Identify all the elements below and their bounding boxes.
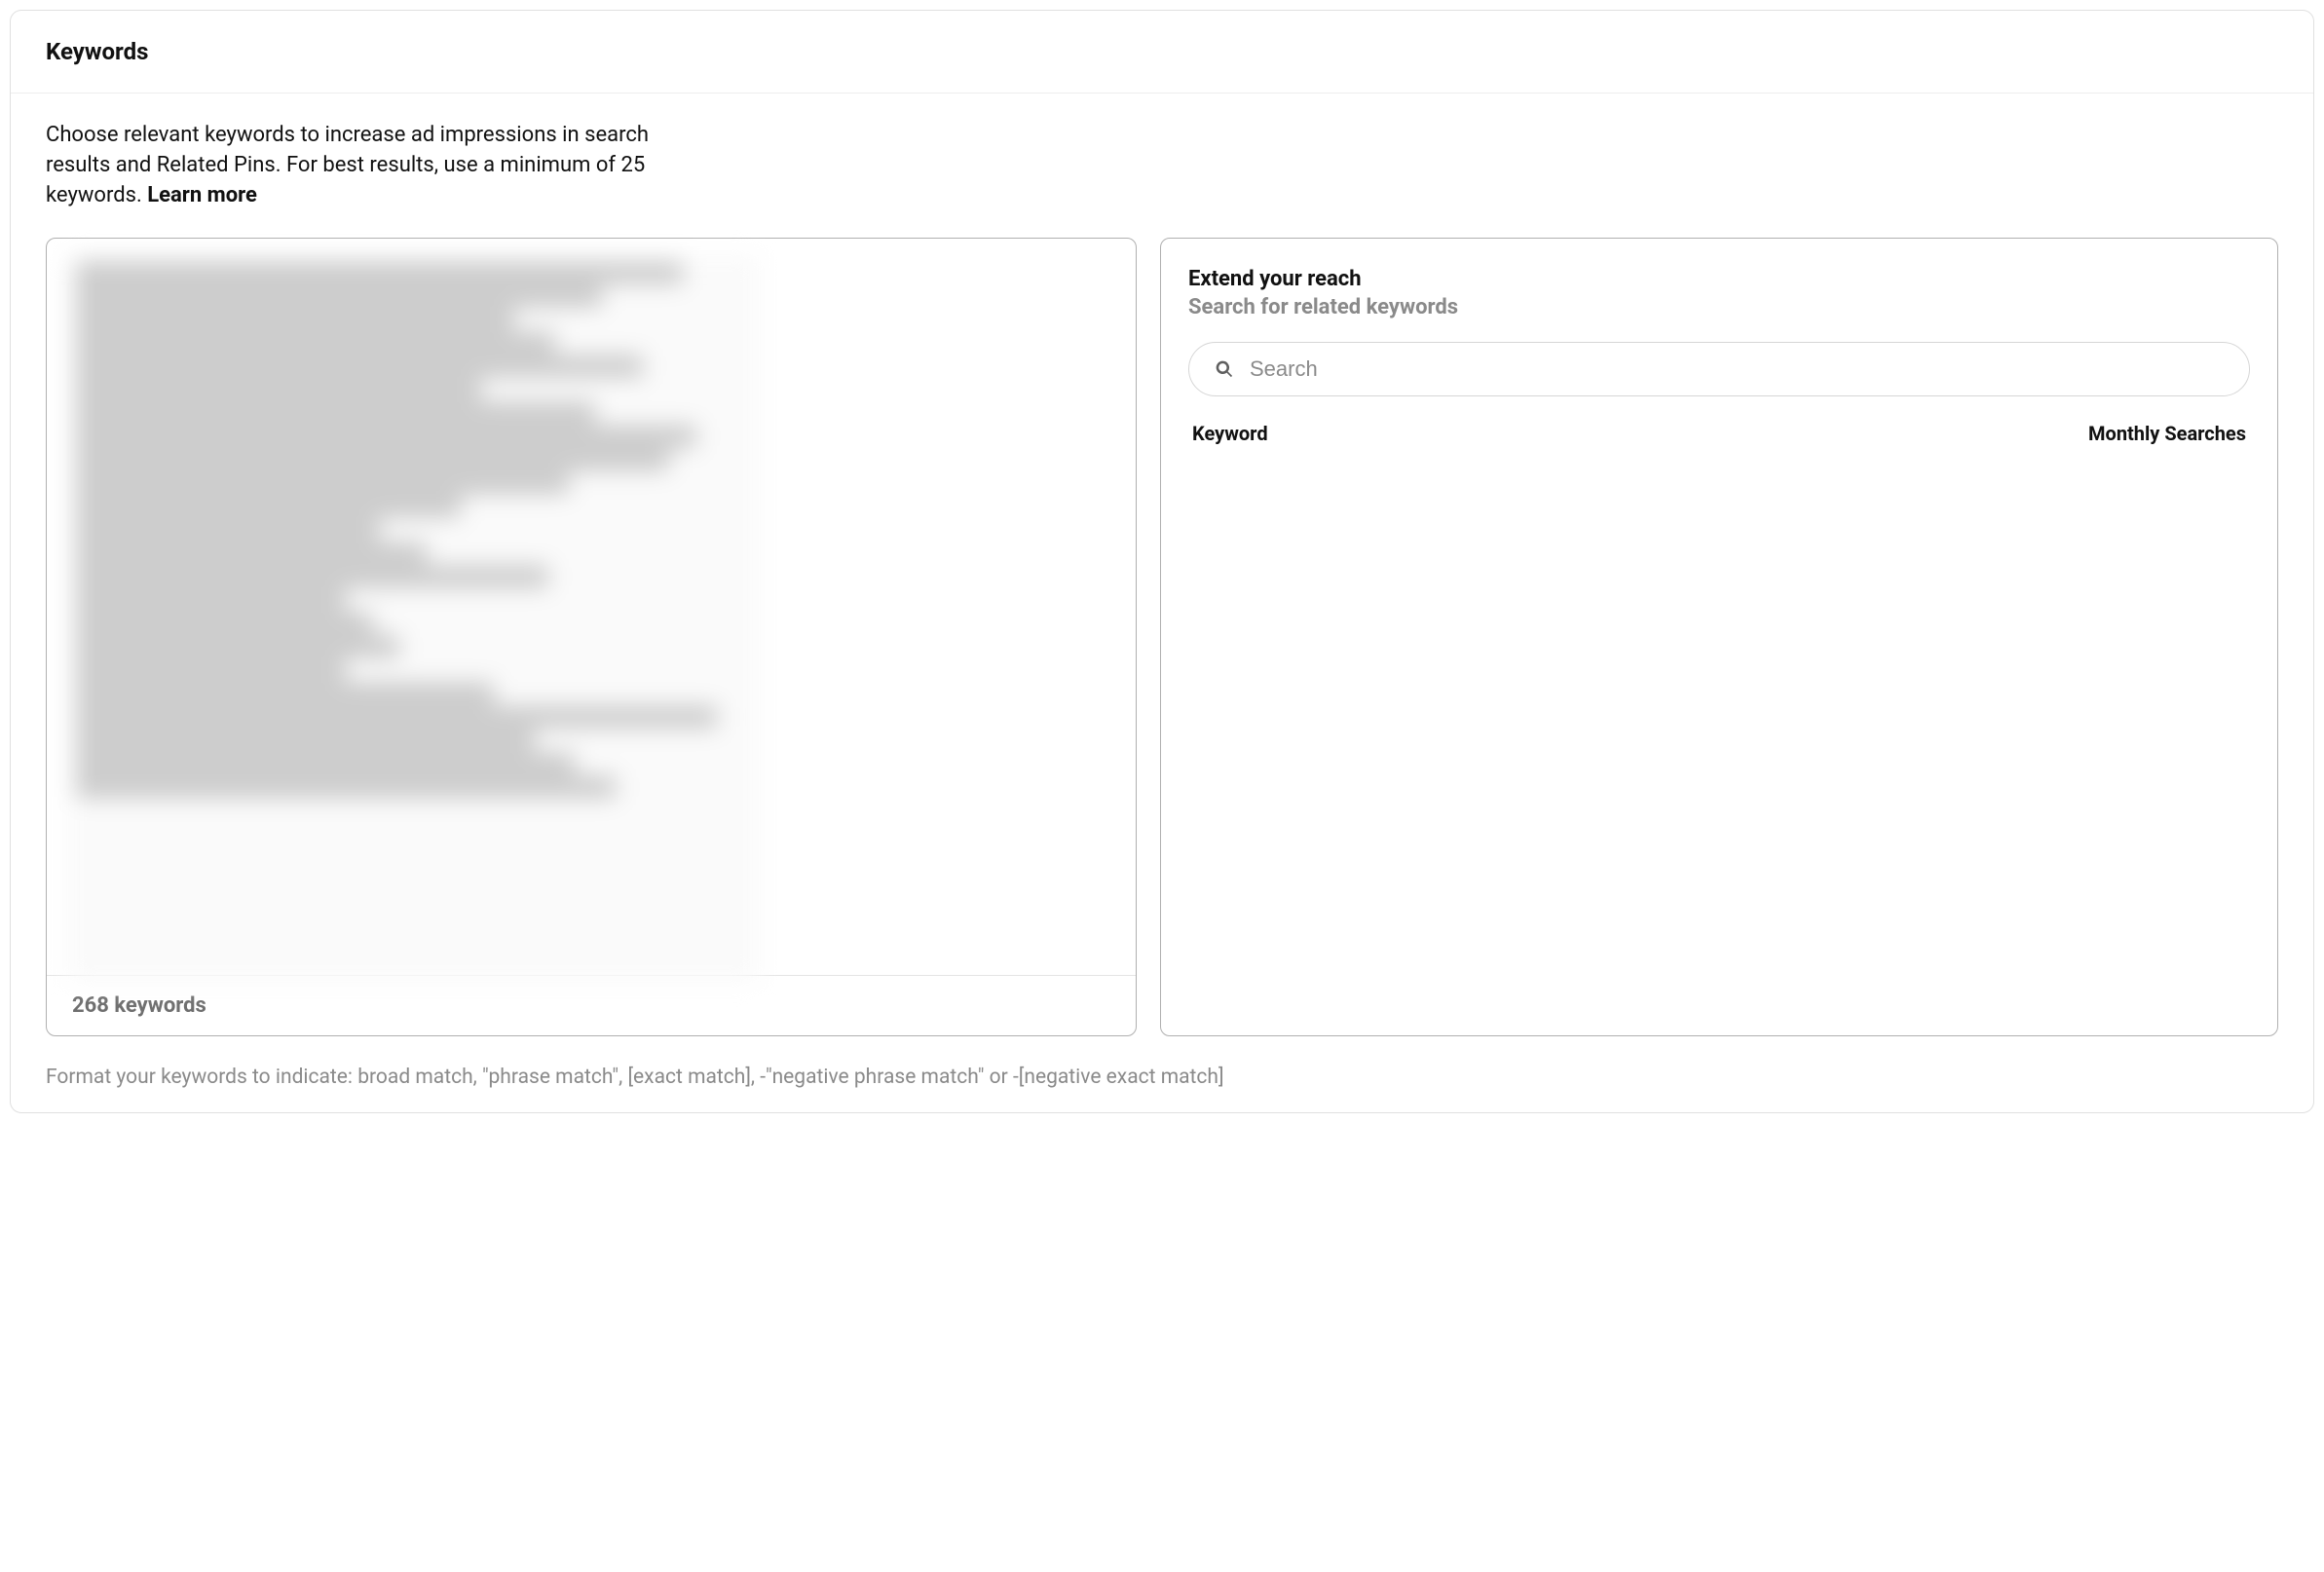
search-icon xyxy=(1215,359,1234,379)
format-hint: Format your keywords to indicate: broad … xyxy=(46,1064,2278,1092)
columns: 268 keywords Extend your reach Search fo… xyxy=(46,238,2278,1036)
intro-text-block: Choose relevant keywords to increase ad … xyxy=(46,121,650,210)
extend-subtitle: Search for related keywords xyxy=(1188,294,2250,322)
extend-reach-card: Extend your reach Search for related key… xyxy=(1160,238,2278,1036)
section-header: Keywords xyxy=(11,11,2313,94)
col-keyword: Keyword xyxy=(1192,422,1268,445)
keyword-search-box[interactable] xyxy=(1188,342,2250,396)
keyword-search-input[interactable] xyxy=(1250,356,2224,382)
section-title: Keywords xyxy=(46,38,2278,65)
section-body: Choose relevant keywords to increase ad … xyxy=(11,94,2313,1112)
learn-more-link[interactable]: Learn more xyxy=(147,183,257,207)
intro-text: Choose relevant keywords to increase ad … xyxy=(46,123,649,207)
results-table-header: Keyword Monthly Searches xyxy=(1188,422,2250,445)
col-monthly-searches: Monthly Searches xyxy=(2088,422,2246,445)
extend-title: Extend your reach xyxy=(1188,266,2250,294)
keywords-text-redacted xyxy=(68,256,759,981)
keywords-input-card[interactable]: 268 keywords xyxy=(46,238,1137,1036)
keywords-count: 268 keywords xyxy=(60,976,1122,1018)
keywords-section: Keywords Choose relevant keywords to inc… xyxy=(10,10,2314,1113)
